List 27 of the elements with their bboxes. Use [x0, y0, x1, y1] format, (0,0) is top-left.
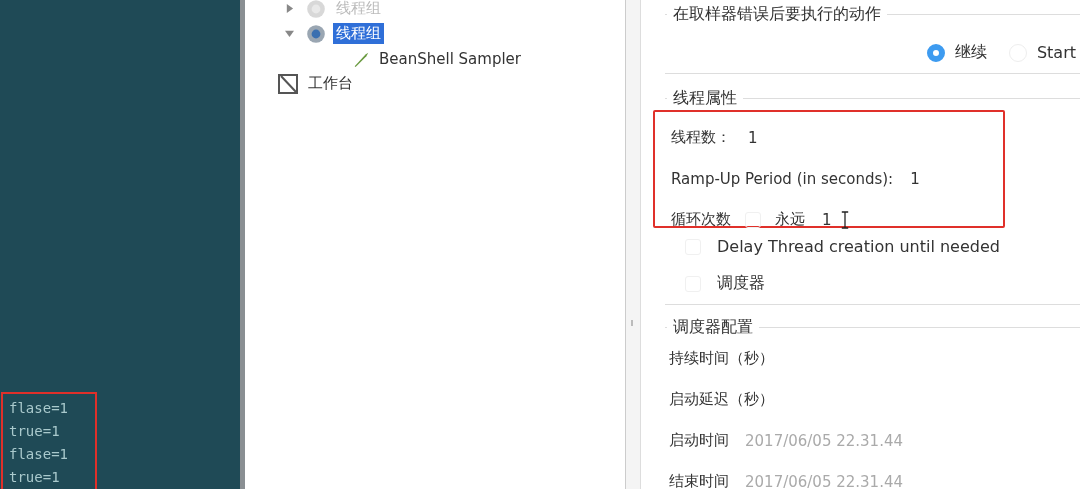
console-output: flase=1 true=1 flase=1 true=1 [1, 392, 97, 489]
field-label: 持续时间（秒） [669, 349, 774, 368]
checkbox[interactable] [745, 211, 761, 228]
group-title: 在取样器错误后要执行的动作 [667, 4, 887, 25]
field-label: 循环次数 [671, 210, 731, 229]
field-label: 结束时间 [669, 472, 729, 489]
field-label: 线程数： [671, 128, 731, 147]
field-label: 启动时间 [669, 431, 729, 450]
input-field[interactable]: 1 [907, 169, 923, 188]
field-label: Ramp-Up Period (in seconds): [671, 169, 894, 188]
radio-button[interactable] [926, 43, 945, 62]
tree-item[interactable]: 线程组 [333, 23, 384, 44]
workbench-icon [277, 72, 299, 95]
radio-label: 继续 [954, 42, 987, 63]
input-field[interactable]: 1 [745, 128, 761, 147]
group-title: 调度器配置 [667, 317, 759, 338]
expand-toggle-icon[interactable] [285, 29, 294, 38]
radio-label: Start [1036, 43, 1076, 62]
checkbox-label: Delay Thread creation until needed [717, 237, 1000, 256]
checkbox-label: 调度器 [717, 273, 765, 294]
tree-item[interactable]: 工作台 [305, 73, 356, 94]
input-field[interactable]: 1 [819, 210, 835, 229]
text-cursor-icon [840, 210, 849, 229]
checkbox-label: 永远 [775, 210, 805, 229]
tree-item[interactable]: BeanShell Sampler [376, 48, 524, 69]
group-title: 线程属性 [667, 88, 743, 109]
field-label: 启动延迟（秒） [669, 390, 774, 409]
